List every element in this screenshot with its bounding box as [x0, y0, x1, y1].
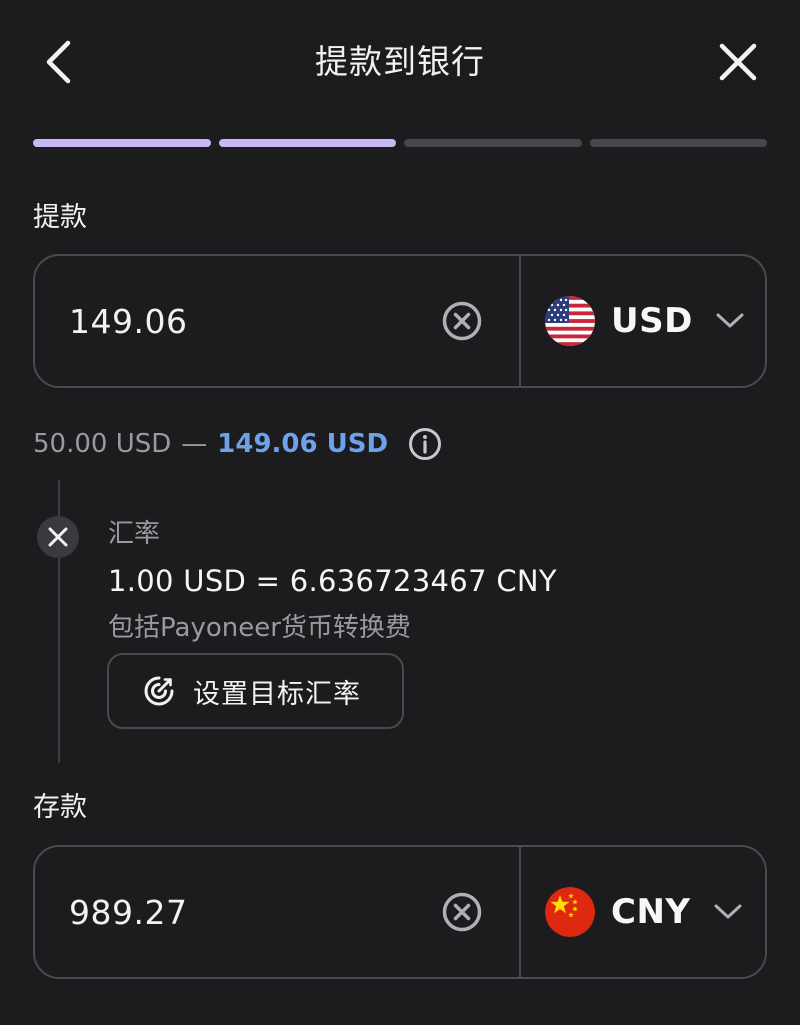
deposit-amount-box: 989.27 CNY [33, 845, 767, 979]
withdraw-label: 提款 [33, 202, 87, 233]
clear-circle-icon[interactable] [441, 300, 483, 342]
limit-min: 50.00 USD [33, 429, 172, 459]
chevron-down-icon [716, 313, 744, 328]
chevron-down-icon [714, 904, 742, 919]
exchange-rate-note: 包括Payoneer货币转换费 [108, 613, 411, 643]
cn-flag-icon [545, 887, 595, 937]
deposit-amount-value[interactable]: 989.27 [69, 893, 187, 932]
step-progress [33, 139, 767, 147]
withdraw-amount-value[interactable]: 149.06 [69, 302, 187, 341]
progress-step-2 [218, 139, 396, 147]
exchange-rate-value: 1.00 USD = 6.636723467 CNY [108, 564, 557, 598]
deposit-amount-field[interactable]: 989.27 [35, 847, 519, 977]
deposit-label: 存款 [33, 792, 87, 823]
multiply-icon [37, 516, 79, 558]
deposit-currency-select[interactable]: CNY [521, 847, 765, 977]
exchange-rate-label: 汇率 [108, 519, 161, 549]
progress-step-3 [404, 139, 582, 147]
withdraw-currency-select[interactable]: USD [521, 256, 765, 386]
us-flag-icon [545, 296, 595, 346]
limit-separator: — [181, 429, 208, 459]
page-title: 提款到银行 [315, 42, 485, 81]
limit-max[interactable]: 149.06 USD [217, 429, 388, 459]
progress-step-1 [33, 139, 211, 147]
withdraw-currency-code: USD [611, 301, 693, 341]
withdraw-limits: 50.00 USD — 149.06 USD [33, 424, 442, 464]
close-icon [719, 43, 757, 81]
set-target-rate-label: 设置目标汇率 [193, 678, 361, 710]
withdraw-amount-box: 149.06 USD [33, 254, 767, 388]
info-icon[interactable] [408, 427, 442, 461]
deposit-currency-code: CNY [611, 892, 691, 932]
target-icon [144, 676, 174, 706]
progress-step-4 [589, 139, 767, 147]
set-target-rate-button[interactable]: 设置目标汇率 [107, 653, 404, 729]
withdraw-amount-field[interactable]: 149.06 [35, 256, 519, 386]
clear-circle-icon[interactable] [441, 891, 483, 933]
close-button[interactable] [714, 38, 762, 86]
